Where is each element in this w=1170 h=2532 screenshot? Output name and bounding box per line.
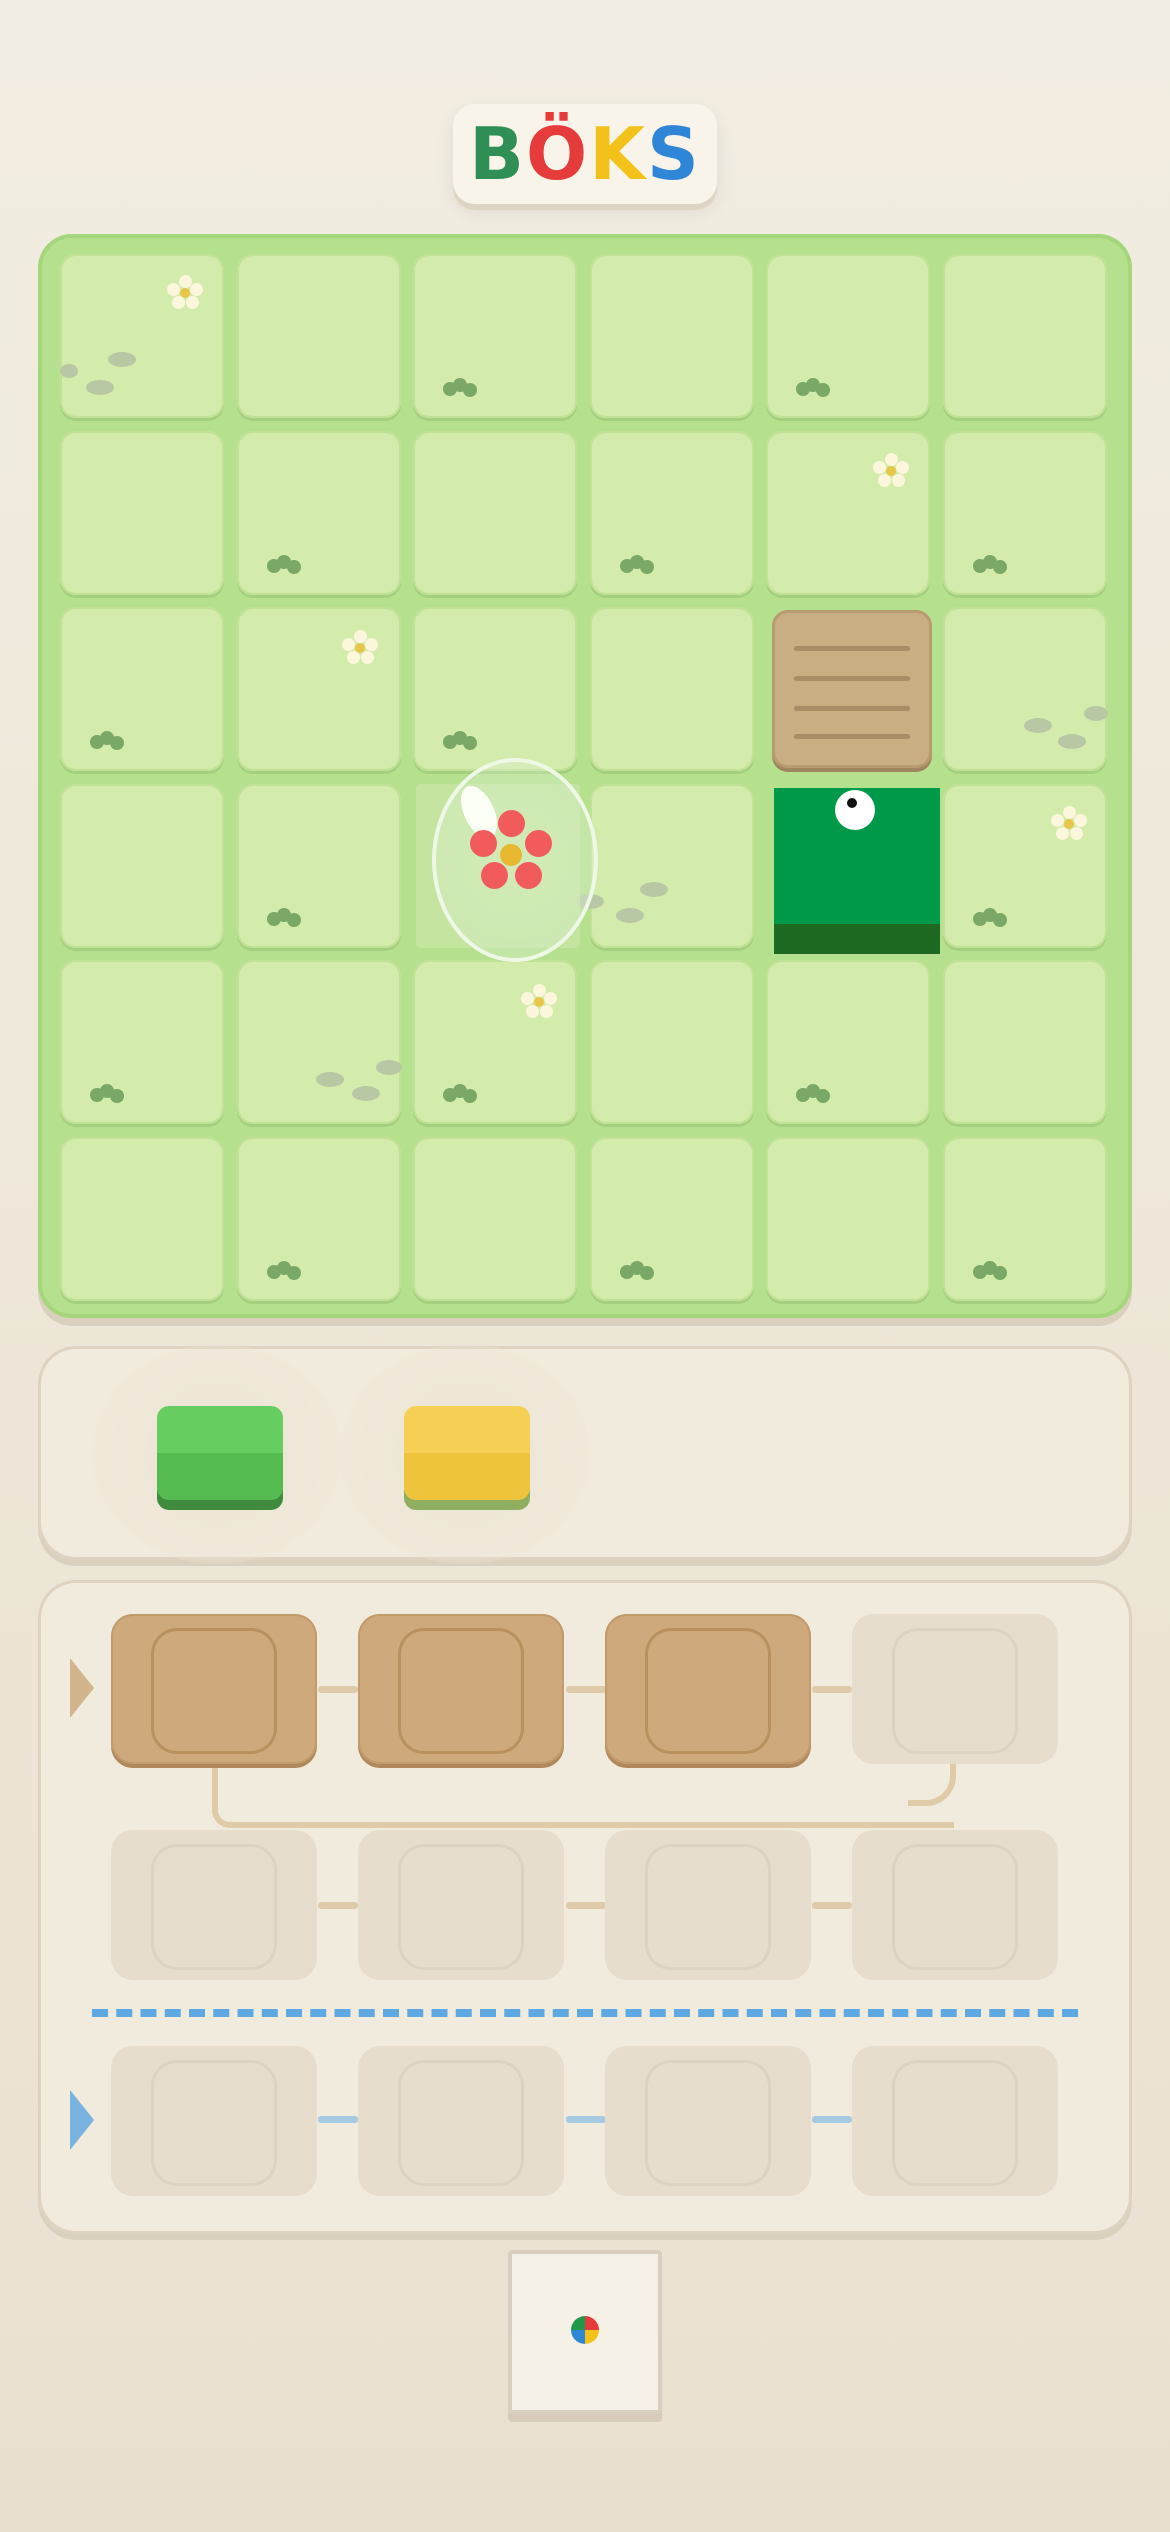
palette-green-block[interactable] <box>157 1406 283 1510</box>
grass-tile <box>766 254 930 418</box>
grass-tile <box>236 430 401 595</box>
color-wheel-icon <box>571 2316 599 2344</box>
grass-tile <box>766 1136 930 1301</box>
slot-inset <box>892 1844 1018 1970</box>
function-divider <box>92 2009 1078 2017</box>
grass-tile <box>236 783 401 948</box>
slot-link <box>318 1902 358 1909</box>
slot-inset <box>151 1628 277 1754</box>
grass-tile <box>60 1136 224 1301</box>
grass-tile <box>236 1136 401 1301</box>
grass-tile <box>942 960 1107 1124</box>
flower-icon <box>1051 806 1087 842</box>
grass-tile <box>413 1136 577 1301</box>
row-start-arrow-icon <box>70 1658 94 1718</box>
grass-tile <box>589 254 754 418</box>
slot-inset <box>398 1844 524 1970</box>
slot-link <box>566 1902 606 1909</box>
grass-tile <box>942 1136 1107 1301</box>
slot-link <box>318 2116 358 2123</box>
program-slot[interactable] <box>852 1830 1058 1980</box>
grass-tile <box>413 607 577 771</box>
program-slot[interactable] <box>111 1830 317 1980</box>
flower-icon <box>342 630 378 666</box>
slot-inset <box>151 2060 277 2186</box>
grass-tile <box>236 960 401 1124</box>
slot-link <box>566 1686 606 1693</box>
grass-tile <box>60 607 224 771</box>
program-slot[interactable] <box>605 1614 811 1764</box>
grass-tile <box>60 430 224 595</box>
grass-tile <box>236 254 401 418</box>
grass-tile <box>60 783 224 948</box>
flower-goal-icon <box>470 810 556 896</box>
run-button[interactable] <box>508 2250 662 2414</box>
program-slot[interactable] <box>111 1614 317 1764</box>
slot-link <box>566 2116 606 2123</box>
program-slot[interactable] <box>111 2046 317 2196</box>
slot-inset <box>892 2060 1018 2186</box>
player-block[interactable] <box>774 788 940 954</box>
grass-tile <box>413 430 577 595</box>
slot-inset <box>398 1628 524 1754</box>
title-letter-o: Ö <box>526 112 590 196</box>
title-letter-k: K <box>589 112 648 196</box>
grass-tile <box>942 254 1107 418</box>
program-slot[interactable] <box>852 2046 1058 2196</box>
slot-inset <box>645 2060 771 2186</box>
slot-link <box>812 1686 852 1693</box>
program-slot[interactable] <box>605 1830 811 1980</box>
slot-inset <box>645 1844 771 1970</box>
slot-inset <box>892 1628 1018 1754</box>
row-connector <box>212 1766 954 1828</box>
slot-inset <box>398 2060 524 2186</box>
game-title: B Ö K S <box>453 104 717 204</box>
grass-tile <box>589 783 754 948</box>
flower-icon <box>521 984 557 1020</box>
program-slot[interactable] <box>852 1614 1058 1764</box>
slot-inset <box>645 1628 771 1754</box>
grass-tile <box>60 960 224 1124</box>
slot-link <box>812 1902 852 1909</box>
title-letter-b: B <box>469 112 526 196</box>
wooden-crate <box>772 610 932 768</box>
grass-tile <box>413 254 577 418</box>
program-slot[interactable] <box>358 1614 564 1764</box>
flower-icon <box>873 453 909 489</box>
title-letter-s: S <box>647 112 701 196</box>
program-slot[interactable] <box>358 2046 564 2196</box>
palette-yellow-block[interactable] <box>404 1406 530 1510</box>
function-start-arrow-icon <box>70 2090 94 2150</box>
eye-icon <box>835 790 875 830</box>
grass-tile <box>942 430 1107 595</box>
program-slot[interactable] <box>358 1830 564 1980</box>
program-slot[interactable] <box>605 2046 811 2196</box>
grass-tile <box>589 430 754 595</box>
grass-tile <box>589 960 754 1124</box>
game-board <box>38 234 1132 1318</box>
player-base <box>774 924 940 954</box>
grass-tile <box>589 1136 754 1301</box>
grass-tile <box>589 607 754 771</box>
slot-inset <box>151 1844 277 1970</box>
flower-icon <box>167 275 203 311</box>
slot-link <box>812 2116 852 2123</box>
grass-tile <box>766 960 930 1124</box>
slot-link <box>318 1686 358 1693</box>
